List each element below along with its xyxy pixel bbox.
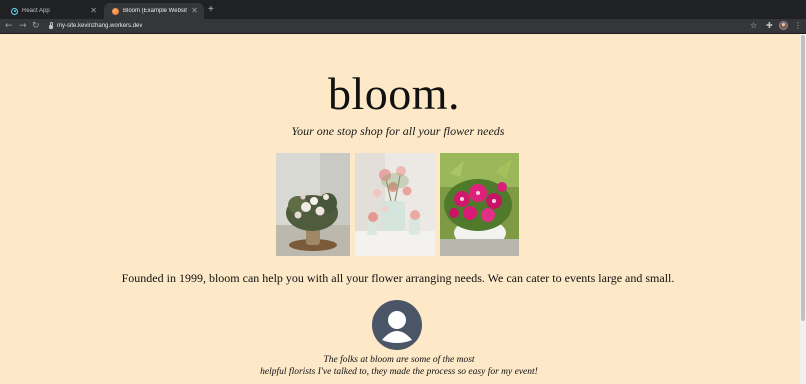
tab-title: React App bbox=[22, 8, 50, 14]
tab-strip: React App ✕ Bloom (Example Website) ✕ + bbox=[0, 0, 806, 19]
url-text[interactable]: my-site.kevinzhang.workers.dev bbox=[57, 23, 142, 29]
bloom-favicon-icon bbox=[112, 7, 119, 15]
close-icon[interactable]: ✕ bbox=[191, 7, 198, 15]
bookmark-star-icon[interactable]: ☆ bbox=[750, 20, 757, 32]
tab-react-app[interactable]: React App ✕ bbox=[3, 3, 103, 19]
site-title: bloom. bbox=[327, 68, 461, 119]
testimonial-quote: The folks at bloom are some of the most … bbox=[0, 354, 798, 378]
new-tab-button[interactable]: + bbox=[208, 4, 214, 16]
vertical-scrollbar[interactable] bbox=[800, 34, 806, 384]
extensions-puzzle-icon[interactable]: ✚ bbox=[766, 20, 773, 32]
flower-photo-2 bbox=[355, 153, 435, 256]
back-arrow-icon[interactable]: ← bbox=[5, 20, 13, 32]
flower-photo-3 bbox=[440, 153, 519, 256]
react-icon bbox=[11, 7, 18, 15]
address-bar[interactable]: my-site.kevinzhang.workers.dev bbox=[45, 20, 753, 32]
browser-toolbar: ← → ↻ my-site.kevinzhang.workers.dev ☆ ✚… bbox=[0, 19, 806, 34]
about-text: Founded in 1999, bloom can help you with… bbox=[121, 271, 675, 285]
forward-arrow-icon[interactable]: → bbox=[19, 20, 27, 32]
testimonial-line-2: helpful florists I've talked to, they ma… bbox=[260, 367, 538, 377]
tab-title: Bloom (Example Website) bbox=[123, 8, 188, 14]
lock-icon[interactable] bbox=[49, 22, 53, 29]
tab-bloom[interactable]: Bloom (Example Website) ✕ bbox=[104, 3, 204, 19]
scrollbar-thumb[interactable] bbox=[801, 35, 805, 321]
site-tagline: Your one stop shop for all your flower n… bbox=[291, 124, 505, 138]
reload-icon[interactable]: ↻ bbox=[32, 20, 40, 32]
kebab-menu-icon[interactable]: ⋮ bbox=[794, 20, 802, 32]
profile-avatar-icon[interactable] bbox=[779, 21, 788, 30]
avatar-placeholder-icon bbox=[372, 300, 422, 350]
close-icon[interactable]: ✕ bbox=[90, 7, 97, 15]
testimonial-line-1: The folks at bloom are some of the most bbox=[323, 355, 475, 365]
flower-photo-1 bbox=[276, 153, 350, 256]
page-content: bloom. Your one stop shop for all your f… bbox=[0, 34, 800, 384]
